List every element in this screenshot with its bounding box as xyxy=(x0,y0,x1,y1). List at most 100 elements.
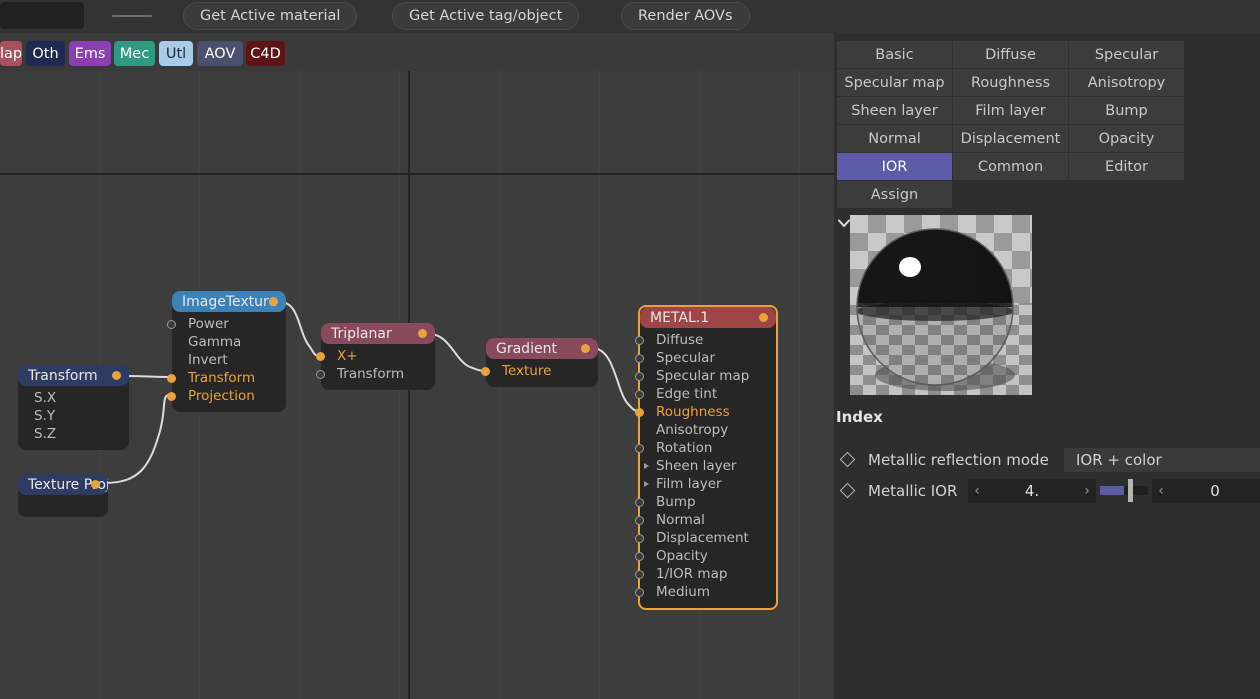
node-header[interactable]: METAL.1 xyxy=(640,307,776,328)
get-active-tag-object-button[interactable]: Get Active tag/object xyxy=(392,2,580,30)
node-header[interactable]: Triplanar xyxy=(321,323,435,344)
chip-utl[interactable]: Utl xyxy=(159,41,193,66)
node-port-row[interactable]: Specular xyxy=(635,349,776,367)
node-graph-canvas[interactable]: ImageTexture Power Gamma Invert Transform Pro… xyxy=(0,71,834,699)
node-metal[interactable]: METAL.1 Diffuse Specular Specular map Edge t… xyxy=(635,305,778,610)
node-header[interactable]: Texture Proj xyxy=(18,474,108,495)
increment-arrow-icon[interactable]: › xyxy=(1078,483,1096,499)
node-port-row[interactable]: Rotation xyxy=(635,439,776,457)
node-port-row[interactable]: Displacement xyxy=(635,529,776,547)
node-input-port[interactable] xyxy=(635,497,644,507)
tab-specular-map[interactable]: Specular map xyxy=(837,69,953,96)
node-triplanar[interactable]: Triplanar X+ Transform xyxy=(316,323,435,390)
node-input-port[interactable] xyxy=(481,366,490,376)
decrement-arrow-icon[interactable]: ‹ xyxy=(1152,483,1170,499)
chip-aov[interactable]: AOV xyxy=(197,41,243,66)
node-output-port[interactable] xyxy=(91,480,100,489)
node-output-port[interactable] xyxy=(418,329,427,338)
tab-normal[interactable]: Normal xyxy=(837,125,953,152)
tab-ior[interactable]: IOR xyxy=(837,153,953,180)
node-port-row[interactable]: Texture xyxy=(481,362,598,380)
node-port-row[interactable]: Roughness xyxy=(635,403,776,421)
node-port-row[interactable]: Diffuse xyxy=(635,331,776,349)
node-output-port[interactable] xyxy=(269,297,278,306)
expand-triangle-icon[interactable] xyxy=(644,462,649,469)
node-port-row[interactable]: Medium xyxy=(635,583,776,601)
node-input-port[interactable] xyxy=(167,319,176,329)
node-port-row[interactable]: Transform xyxy=(167,369,286,387)
expand-triangle-icon[interactable] xyxy=(644,480,649,487)
node-port-row[interactable]: Gamma xyxy=(172,333,286,351)
tab-sheen-layer[interactable]: Sheen layer xyxy=(837,97,953,124)
tab-film-layer[interactable]: Film layer xyxy=(953,97,1069,124)
node-gradient[interactable]: Gradient Texture xyxy=(481,338,598,387)
material-preview-thumbnail[interactable] xyxy=(850,215,1032,395)
node-transform[interactable]: Transform S.X S.Y S.Z xyxy=(18,365,129,450)
tab-anisotropy[interactable]: Anisotropy xyxy=(1069,69,1185,96)
tab-common[interactable]: Common xyxy=(953,153,1069,180)
tab-displacement[interactable]: Displacement xyxy=(953,125,1069,152)
node-input-port[interactable] xyxy=(635,587,644,597)
node-output-port[interactable] xyxy=(759,313,768,322)
render-aovs-button[interactable]: Render AOVs xyxy=(621,2,750,30)
chip-ems[interactable]: Ems xyxy=(69,41,111,66)
tab-assign[interactable]: Assign xyxy=(837,181,953,208)
tab-opacity[interactable]: Opacity xyxy=(1069,125,1185,152)
node-port-row[interactable]: S.Y xyxy=(18,407,129,425)
node-port-row[interactable]: Sheen layer xyxy=(640,457,776,475)
node-port-row[interactable]: Anisotropy xyxy=(640,421,776,439)
tab-diffuse[interactable]: Diffuse xyxy=(953,41,1069,68)
tab-basic[interactable]: Basic xyxy=(837,41,953,68)
diamond-icon[interactable] xyxy=(839,451,856,468)
node-input-port[interactable] xyxy=(635,551,644,561)
node-output-port[interactable] xyxy=(581,344,590,353)
node-port-row[interactable]: Specular map xyxy=(635,367,776,385)
chip-oth[interactable]: Oth xyxy=(26,41,65,66)
search-input[interactable] xyxy=(0,2,84,29)
node-header[interactable]: Gradient xyxy=(486,338,598,359)
node-port-row[interactable]: X+ xyxy=(316,347,435,365)
tab-specular[interactable]: Specular xyxy=(1069,41,1185,68)
diamond-icon[interactable] xyxy=(839,482,856,499)
node-textureproj[interactable]: Texture Proj xyxy=(18,474,108,517)
tab-bump[interactable]: Bump xyxy=(1069,97,1185,124)
node-input-port[interactable] xyxy=(635,371,644,381)
node-input-port[interactable] xyxy=(635,389,644,399)
metallic-ior-secondary-field[interactable]: ‹ 0 xyxy=(1152,479,1260,503)
node-input-port[interactable] xyxy=(635,569,644,579)
node-imagetexture[interactable]: ImageTexture Power Gamma Invert Transform Pro… xyxy=(167,291,286,412)
node-port-row[interactable]: Normal xyxy=(635,511,776,529)
node-port-row[interactable]: S.Z xyxy=(18,425,129,443)
node-port-row[interactable]: Opacity xyxy=(635,547,776,565)
node-input-port[interactable] xyxy=(635,353,644,363)
tab-editor[interactable]: Editor xyxy=(1069,153,1185,180)
node-port-row[interactable]: 1/IOR map xyxy=(635,565,776,583)
node-input-port[interactable] xyxy=(635,407,644,417)
node-port-row[interactable]: Bump xyxy=(635,493,776,511)
node-port-row[interactable]: Projection xyxy=(167,387,286,405)
metallic-ior-number-field[interactable]: ‹ 4. › xyxy=(968,479,1096,503)
chip-mec[interactable]: Mec xyxy=(114,41,155,66)
chip-c4d[interactable]: C4D xyxy=(246,41,285,66)
node-input-port[interactable] xyxy=(167,373,176,383)
chip-lap[interactable]: lap xyxy=(0,41,22,66)
node-port-row[interactable]: Invert xyxy=(172,351,286,369)
decrement-arrow-icon[interactable]: ‹ xyxy=(968,483,986,499)
node-input-port[interactable] xyxy=(635,515,644,525)
node-input-port[interactable] xyxy=(316,351,325,361)
node-port-row[interactable]: Film layer xyxy=(640,475,776,493)
node-input-port[interactable] xyxy=(167,391,176,401)
node-port-row[interactable]: Power xyxy=(167,315,286,333)
metallic-reflection-mode-dropdown[interactable]: IOR + color xyxy=(1064,448,1260,472)
tab-roughness[interactable]: Roughness xyxy=(953,69,1069,96)
metallic-ior-slider-track[interactable] xyxy=(1100,486,1148,495)
node-header[interactable]: ImageTexture xyxy=(172,291,286,312)
node-input-port[interactable] xyxy=(635,533,644,543)
node-port-row[interactable]: Transform xyxy=(316,365,435,383)
node-port-row[interactable]: Edge tint xyxy=(635,385,776,403)
node-port-row[interactable]: S.X xyxy=(18,389,129,407)
get-active-material-button[interactable]: Get Active material xyxy=(183,2,358,30)
node-input-port[interactable] xyxy=(635,443,644,453)
node-input-port[interactable] xyxy=(635,335,644,345)
node-input-port[interactable] xyxy=(316,369,325,379)
